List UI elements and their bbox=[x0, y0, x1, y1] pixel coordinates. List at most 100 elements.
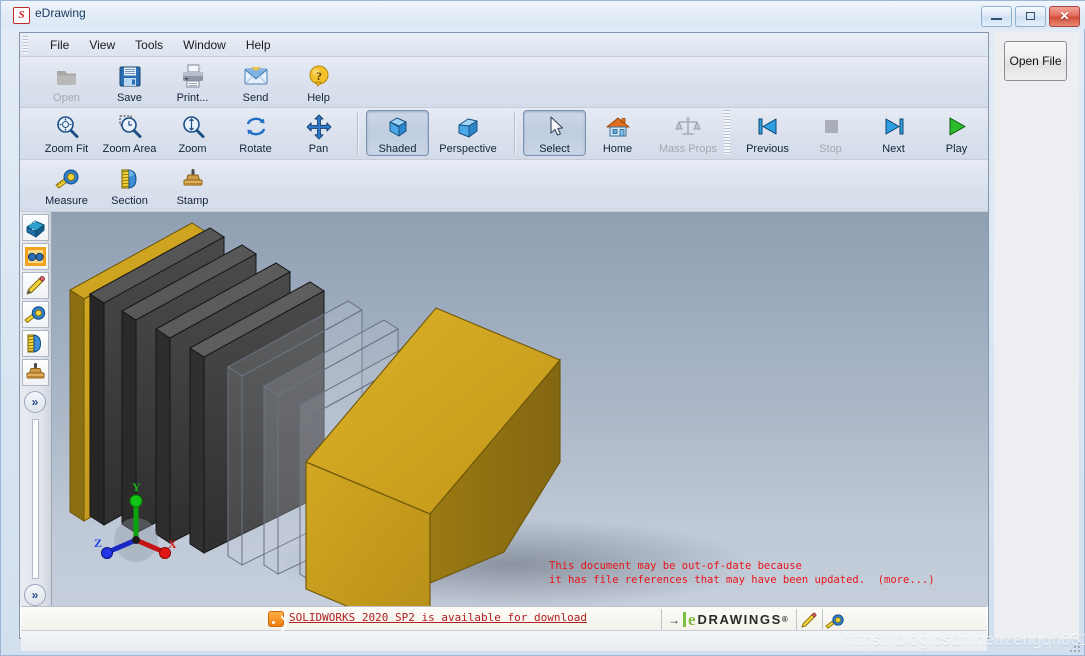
title-bar: S eDrawing ✕ bbox=[1, 1, 1085, 29]
next-icon bbox=[880, 113, 908, 141]
home-button[interactable]: Home bbox=[586, 110, 649, 156]
play-label: Play bbox=[945, 143, 968, 155]
3d-viewport[interactable]: This document may be out-of-date because… bbox=[52, 212, 988, 606]
sidebar-item-measure[interactable] bbox=[22, 301, 49, 328]
send-label: Send bbox=[242, 92, 269, 104]
open-button[interactable]: Open bbox=[35, 59, 98, 105]
perspective-button[interactable]: Perspective bbox=[429, 110, 507, 156]
zoom-fit-button[interactable]: Zoom Fit bbox=[35, 110, 98, 156]
solidworks-download-link[interactable]: SOLIDWORKS 2020 SP2 is available for dow… bbox=[289, 611, 587, 624]
stop-button[interactable]: Stop bbox=[799, 110, 862, 156]
section-label: Section bbox=[111, 195, 148, 207]
close-button[interactable]: ✕ bbox=[1049, 6, 1080, 27]
play-button[interactable]: Play bbox=[925, 110, 988, 156]
rss-feed-icon[interactable] bbox=[268, 611, 284, 627]
zoom-area-button[interactable]: Zoom Area bbox=[98, 110, 161, 156]
measure-label: Measure bbox=[45, 195, 88, 207]
open-folder-icon bbox=[53, 62, 81, 90]
sidebar-item-annotate[interactable] bbox=[22, 272, 49, 299]
maximize-button[interactable] bbox=[1015, 6, 1046, 27]
sidebar-expand-bottom-button[interactable]: » bbox=[24, 584, 46, 606]
question-help-icon: ? bbox=[305, 62, 333, 90]
shaded-button[interactable]: Shaded bbox=[366, 110, 429, 156]
mass-props-label: Mass Props bbox=[658, 143, 718, 155]
zoom-label: Zoom bbox=[178, 143, 207, 155]
measure-tape-icon bbox=[53, 165, 81, 193]
pan-button[interactable]: Pan bbox=[287, 110, 350, 156]
menu-item-tools[interactable]: Tools bbox=[125, 35, 173, 55]
section-view-icon bbox=[116, 165, 144, 193]
sidebar-expand-top-button[interactable]: » bbox=[24, 391, 46, 413]
rotate-button[interactable]: Rotate bbox=[224, 110, 287, 156]
next-button[interactable]: Next bbox=[862, 110, 925, 156]
solidworks-s-icon: S bbox=[13, 7, 30, 24]
zoom-icon bbox=[179, 113, 207, 141]
menu-gripper[interactable] bbox=[23, 36, 28, 54]
toolbar-row-tools-buttons: Measure Section Stamp bbox=[35, 160, 224, 211]
toolbar-row-view-buttons: Zoom Fit Zoom Area Zoom Rotate Pan Shade… bbox=[35, 108, 727, 159]
arrow-right-icon: → bbox=[668, 612, 680, 627]
minimize-button[interactable] bbox=[981, 6, 1012, 27]
toolbar-separator-2 bbox=[514, 112, 516, 154]
save-disk-icon bbox=[116, 62, 144, 90]
print-button[interactable]: Print... bbox=[161, 59, 224, 105]
axis-triad: Y X Z bbox=[92, 480, 180, 564]
animation-toolbar-gripper[interactable] bbox=[724, 110, 730, 154]
zoom-fit-label: Zoom Fit bbox=[44, 143, 89, 155]
menu-item-window[interactable]: Window bbox=[173, 35, 236, 55]
brand-bar bbox=[683, 612, 686, 627]
app-client-area: File View Tools Window Help Open Save Pr… bbox=[19, 32, 989, 651]
sidebar-item-markup[interactable] bbox=[22, 243, 49, 270]
open-label: Open bbox=[53, 92, 80, 104]
stamp-button[interactable]: Stamp bbox=[161, 162, 224, 208]
select-button[interactable]: Select bbox=[523, 110, 586, 156]
menu-item-help[interactable]: Help bbox=[236, 35, 281, 55]
select-cursor-icon bbox=[541, 113, 569, 141]
edrawings-wordmark: DRAWINGS bbox=[697, 612, 782, 627]
sidebar-item-components[interactable] bbox=[22, 214, 49, 241]
previous-label: Previous bbox=[746, 143, 789, 155]
save-button[interactable]: Save bbox=[98, 59, 161, 105]
rotate-icon bbox=[242, 113, 270, 141]
window-frame: S eDrawing ✕ File View Tools Window Help bbox=[0, 0, 1085, 656]
stamp-label: Stamp bbox=[176, 195, 209, 207]
sidebar-item-section[interactable] bbox=[22, 330, 49, 357]
previous-icon bbox=[754, 113, 782, 141]
section-button[interactable]: Section bbox=[98, 162, 161, 208]
perspective-icon bbox=[454, 113, 482, 141]
axis-label-x: X bbox=[168, 537, 177, 551]
stamp-icon bbox=[179, 165, 207, 193]
measure-button[interactable]: Measure bbox=[35, 162, 98, 208]
sidebar-item-stamp[interactable] bbox=[22, 359, 49, 386]
left-sidebar: » » bbox=[20, 212, 52, 606]
home-house-icon bbox=[604, 113, 632, 141]
svg-text:?: ? bbox=[316, 69, 322, 83]
status-bar: SOLIDWORKS 2020 SP2 is available for dow… bbox=[21, 606, 987, 631]
shaded-label: Shaded bbox=[378, 143, 417, 155]
close-icon: ✕ bbox=[1059, 9, 1070, 23]
menu-items: File View Tools Window Help bbox=[40, 33, 281, 57]
status-measure-button[interactable] bbox=[821, 609, 848, 630]
mass-props-button[interactable]: Mass Props bbox=[649, 110, 727, 156]
sidebar-scroll-track[interactable] bbox=[32, 419, 39, 579]
zoom-button[interactable]: Zoom bbox=[161, 110, 224, 156]
next-label: Next bbox=[882, 143, 905, 155]
zoom-area-label: Zoom Area bbox=[102, 143, 157, 155]
open-file-button[interactable]: Open File bbox=[1004, 41, 1067, 81]
model-render bbox=[69, 222, 752, 606]
watermark-text: https://blog.csdn.net/zengqh0314 bbox=[843, 630, 1085, 649]
shaded-cube-icon bbox=[384, 113, 412, 141]
zoom-fit-icon bbox=[53, 113, 81, 141]
axis-label-y: Y bbox=[132, 480, 141, 494]
send-button[interactable]: Send bbox=[224, 59, 287, 105]
toolbar-row-file: Open Save Print... Send ? Help bbox=[20, 57, 988, 108]
previous-button[interactable]: Previous bbox=[736, 110, 799, 156]
toolbar-row-view: Zoom Fit Zoom Area Zoom Rotate Pan Shade… bbox=[20, 108, 988, 160]
pan-arrows-icon bbox=[305, 113, 333, 141]
help-button[interactable]: ? Help bbox=[287, 59, 350, 105]
menu-item-file[interactable]: File bbox=[40, 35, 79, 55]
status-annotate-button[interactable] bbox=[795, 609, 822, 630]
play-icon bbox=[943, 113, 971, 141]
menu-item-view[interactable]: View bbox=[79, 35, 125, 55]
pan-label: Pan bbox=[308, 143, 329, 155]
